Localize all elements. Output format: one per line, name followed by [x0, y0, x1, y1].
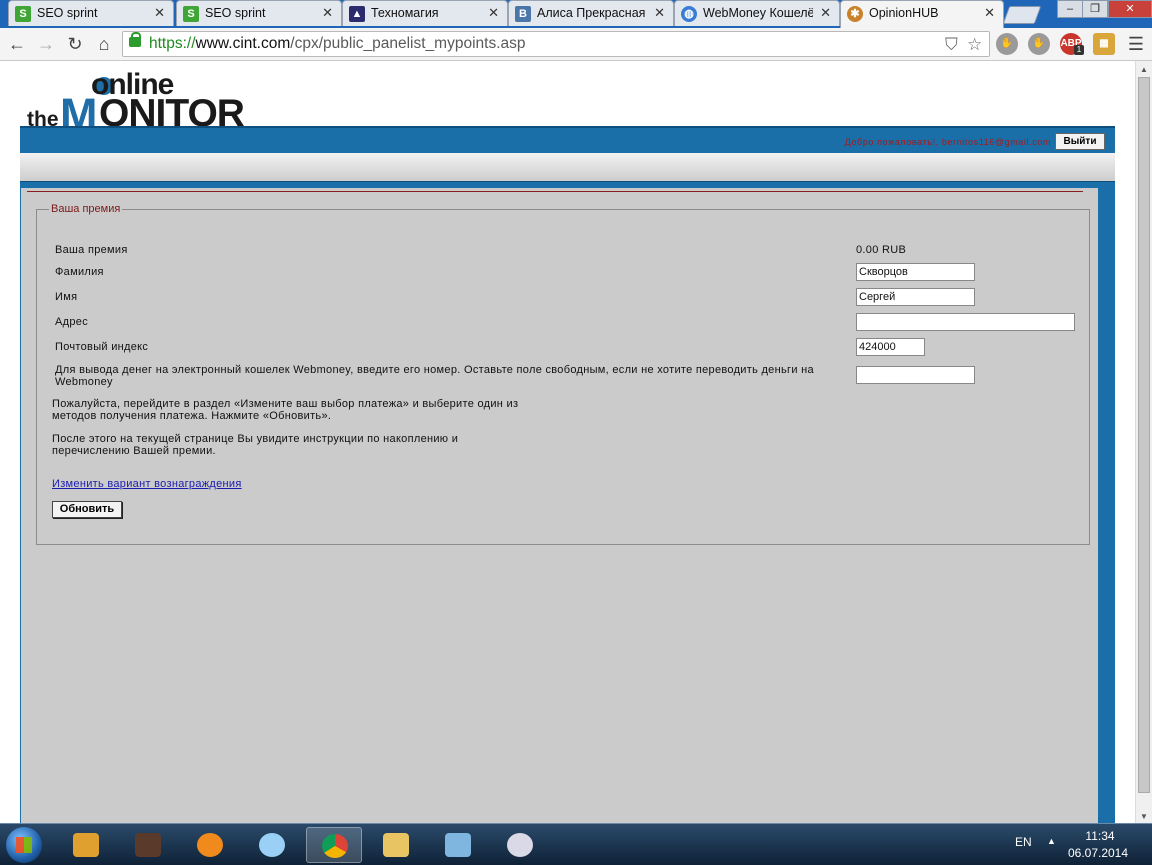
shield-icon[interactable]: ⛉: [945, 35, 958, 55]
restore-icon[interactable]: ❐: [1082, 0, 1108, 18]
close-icon[interactable]: ✕: [488, 5, 499, 21]
clock-date[interactable]: 06.07.2014: [1066, 846, 1130, 860]
url-scheme: https://: [149, 35, 196, 52]
tab-seo-sprint-2[interactable]: S SEO sprint ✕: [176, 0, 342, 26]
tab-title: OpinionHUB: [869, 6, 939, 20]
browser-tab-strip: S SEO sprint ✕ S SEO sprint ✕ ▲ Техномаг…: [0, 0, 1152, 28]
wizard-hat-icon: ▲: [349, 6, 365, 22]
paint-icon[interactable]: [492, 827, 548, 863]
instruction-text-1: Пожалуйста, перейдите в раздел «Измените…: [52, 398, 519, 422]
scroll-down-arrow-icon[interactable]: ▼: [1140, 812, 1148, 821]
reward-fieldset: Ваша премия Ваша премия 0.00 RUB Фамилия…: [36, 203, 1090, 545]
menu-icon[interactable]: ☰: [1125, 33, 1147, 55]
windows-taskbar: EN ▲ 11:34 06.07.2014: [0, 823, 1152, 865]
close-icon[interactable]: ✕: [654, 5, 665, 21]
url-text[interactable]: https://www.cint.com/cpx/public_panelist…: [149, 35, 526, 53]
adblock-icon[interactable]: ✋: [996, 33, 1018, 55]
tab-opinionhub[interactable]: ✱ OpinionHUB ✕: [840, 0, 1004, 28]
forward-arrow-icon[interactable]: →: [35, 33, 57, 55]
url-host: www.cint.com: [195, 35, 291, 52]
tab-technomagia[interactable]: ▲ Техномагия ✕: [342, 0, 508, 26]
tab-webmoney[interactable]: ◍ WebMoney Кошелё ✕: [674, 0, 840, 26]
media-player-icon[interactable]: [58, 827, 114, 863]
tab-title: WebMoney Кошелё: [703, 6, 813, 20]
page-scrollbar[interactable]: ▲ ▼: [1135, 61, 1152, 823]
globe-icon: ◍: [681, 6, 697, 22]
logout-button[interactable]: Выйти: [1055, 133, 1105, 150]
language-indicator[interactable]: EN: [1015, 835, 1032, 849]
close-icon[interactable]: ✕: [154, 5, 165, 21]
postcode-field[interactable]: 424000: [856, 338, 925, 356]
surname-label: Фамилия: [55, 266, 104, 278]
explorer-folder-icon[interactable]: [368, 827, 424, 863]
clock-time[interactable]: 11:34: [1072, 829, 1128, 843]
chrome-icon[interactable]: [306, 827, 362, 863]
address-field[interactable]: [856, 313, 1075, 331]
opinionhub-icon: ✱: [847, 6, 863, 22]
tray-expand-icon[interactable]: ▲: [1047, 836, 1056, 846]
puzzle-icon[interactable]: ▦: [1093, 33, 1115, 55]
reward-label: Ваша премия: [55, 244, 128, 256]
minimize-icon[interactable]: –: [1057, 0, 1083, 18]
game-icon[interactable]: [120, 827, 176, 863]
vk-icon: B: [515, 6, 531, 22]
close-icon[interactable]: ✕: [820, 5, 831, 21]
site-header-bar: Добро пожаловать!, bernitos116@gmail.com…: [20, 126, 1115, 153]
notepad-icon[interactable]: [430, 827, 486, 863]
instruction-text-2: После этого на текущей странице Вы увиди…: [52, 433, 459, 457]
lock-icon: [129, 32, 141, 47]
change-reward-link[interactable]: Изменить вариант вознаграждения: [52, 478, 242, 490]
window-close-icon[interactable]: ✕: [1108, 0, 1152, 18]
name-field[interactable]: Сергей: [856, 288, 975, 306]
start-button[interactable]: [6, 827, 42, 863]
tab-title: Алиса Прекрасная: [537, 6, 646, 20]
browser-orange-icon[interactable]: [182, 827, 238, 863]
seosprint-icon: S: [183, 6, 199, 22]
address-bar[interactable]: https://www.cint.com/cpx/public_panelist…: [122, 31, 990, 57]
seosprint-icon: S: [15, 6, 31, 22]
tab-title: Техномагия: [371, 6, 439, 20]
surname-field[interactable]: Скворцов: [856, 263, 975, 281]
reward-value: 0.00 RUB: [856, 244, 907, 256]
content-area: Ваша премия Ваша премия 0.00 RUB Фамилия…: [21, 188, 1098, 823]
tab-alisa[interactable]: B Алиса Прекрасная ✕: [508, 0, 674, 26]
postcode-label: Почтовый индекс: [55, 341, 149, 353]
scroll-thumb[interactable]: [1138, 77, 1150, 793]
itunes-icon[interactable]: [244, 827, 300, 863]
name-label: Имя: [55, 291, 78, 303]
webmoney-wallet-field[interactable]: [856, 366, 975, 384]
site-nav-bar: [20, 153, 1115, 182]
online-monitor-logo[interactable]: online the M ONITOR: [27, 68, 245, 140]
browser-toolbar: ← → ↻ ⌂ https://www.cint.com/cpx/public_…: [0, 28, 1152, 61]
adblock-plus-icon[interactable]: ✋: [1028, 33, 1050, 55]
welcome-text: Добро пожаловать!, bernitos116@gmail.com: [844, 137, 1051, 147]
scroll-up-arrow-icon[interactable]: ▲: [1140, 65, 1148, 74]
close-icon[interactable]: ✕: [984, 5, 995, 21]
close-icon[interactable]: ✕: [322, 5, 333, 21]
url-path: /cpx/public_panelist_mypoints.asp: [290, 35, 526, 52]
abp-badge: 1: [1074, 45, 1084, 55]
tab-seo-sprint-1[interactable]: S SEO sprint ✕: [8, 0, 174, 26]
address-label: Адрес: [55, 316, 88, 328]
update-button[interactable]: Обновить: [52, 501, 122, 518]
tab-title: SEO sprint: [37, 6, 98, 20]
fieldset-legend: Ваша премия: [49, 203, 123, 215]
back-arrow-icon[interactable]: ←: [6, 33, 28, 55]
new-tab-button[interactable]: [1002, 6, 1042, 24]
webmoney-label: Для вывода денег на электронный кошелек …: [55, 364, 814, 388]
divider: [27, 191, 1083, 192]
home-icon[interactable]: ⌂: [93, 33, 115, 55]
star-icon[interactable]: ☆: [967, 35, 982, 55]
page-viewport: online the M ONITOR Добро пожаловать!, b…: [0, 61, 1135, 823]
tab-title: SEO sprint: [205, 6, 266, 20]
reload-icon[interactable]: ↻: [64, 33, 86, 55]
